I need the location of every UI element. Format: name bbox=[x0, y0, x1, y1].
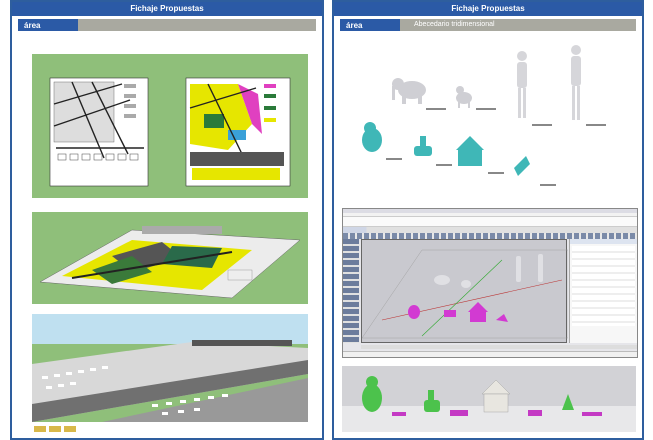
elephant-model bbox=[392, 78, 426, 104]
bottom-render-strip bbox=[342, 366, 636, 432]
command-area bbox=[343, 217, 637, 227]
viewport-perspective[interactable] bbox=[361, 239, 569, 343]
teal-models bbox=[362, 122, 530, 176]
site-plan-panel bbox=[32, 54, 308, 198]
cat-model bbox=[456, 86, 472, 108]
section-subtitle: Abecedario tridimensional bbox=[400, 19, 636, 31]
right-sheet: Fichaje Propuestas área Abecedario tridi… bbox=[332, 0, 644, 440]
section-tag: área bbox=[24, 20, 41, 30]
left-toolbox bbox=[343, 239, 359, 343]
alphabet-models-render bbox=[362, 45, 606, 186]
footer-icons bbox=[34, 426, 94, 432]
status-bar bbox=[343, 351, 637, 357]
viewport-tabs bbox=[361, 345, 637, 349]
sheet-title: Fichaje Propuestas bbox=[334, 2, 642, 16]
layers-panel bbox=[569, 239, 637, 343]
section-header: área Abecedario tridimensional bbox=[340, 19, 636, 31]
perspective-model-render bbox=[39, 226, 301, 299]
perspective-model-panel bbox=[32, 212, 308, 304]
viewport-scene bbox=[361, 249, 569, 339]
section-header: área bbox=[18, 19, 316, 31]
urban-render bbox=[32, 314, 308, 422]
urban-render-panel bbox=[32, 314, 308, 422]
left-sheet: Fichaje Propuestas área bbox=[10, 0, 324, 440]
sheet-title: Fichaje Propuestas bbox=[12, 2, 322, 16]
site-plan-drawings bbox=[49, 77, 291, 187]
section-subtitle bbox=[78, 19, 316, 31]
modeling-software-window bbox=[342, 208, 638, 358]
human-figure-model bbox=[517, 45, 581, 120]
section-tag: área bbox=[346, 20, 363, 30]
